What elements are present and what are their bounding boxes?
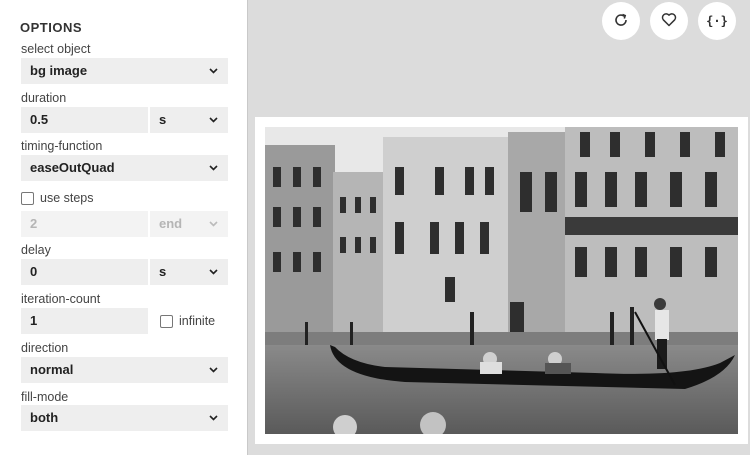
- fill-mode-label: fill-mode: [21, 390, 69, 404]
- preview-frame: [255, 117, 748, 444]
- timing-function-value: easeOutQuad: [30, 160, 115, 175]
- select-object-dropdown[interactable]: bg image: [21, 58, 228, 84]
- infinite-checkbox-row[interactable]: infinite: [160, 314, 215, 328]
- chevron-down-icon: [209, 117, 218, 123]
- favorite-button[interactable]: [650, 2, 688, 40]
- delay-input[interactable]: 0: [21, 259, 148, 285]
- delay-unit-value: s: [159, 264, 167, 279]
- chevron-down-icon: [209, 269, 218, 275]
- select-object-label: select object: [21, 42, 91, 56]
- chevron-down-icon: [209, 415, 218, 421]
- fill-mode-value: both: [30, 410, 59, 425]
- select-object-value: bg image: [30, 63, 88, 78]
- code-icon: {·}: [706, 14, 728, 28]
- iteration-count-label: iteration-count: [21, 292, 101, 306]
- delay-label: delay: [21, 243, 51, 257]
- options-panel: OPTIONS select object bg image duration …: [0, 0, 248, 455]
- timing-function-dropdown[interactable]: easeOutQuad: [21, 155, 228, 181]
- heart-icon: [661, 12, 677, 30]
- code-button[interactable]: {·}: [698, 2, 736, 40]
- fill-mode-dropdown[interactable]: both: [21, 405, 228, 431]
- preview-image: [265, 127, 738, 434]
- direction-dropdown[interactable]: normal: [21, 357, 228, 383]
- infinite-label: infinite: [179, 314, 216, 328]
- timing-function-label: timing-function: [21, 139, 103, 153]
- delay-value: 0: [30, 264, 38, 279]
- steps-position-dropdown[interactable]: end: [150, 211, 228, 237]
- chevron-down-icon: [209, 367, 218, 373]
- panel-title: OPTIONS: [20, 20, 83, 35]
- steps-count-value: 2: [30, 216, 38, 231]
- delay-unit-dropdown[interactable]: s: [150, 259, 228, 285]
- steps-position-value: end: [159, 216, 183, 231]
- duration-value: 0.5: [30, 112, 49, 127]
- duration-label: duration: [21, 91, 67, 105]
- use-steps-label: use steps: [40, 191, 94, 205]
- refresh-button[interactable]: [602, 2, 640, 40]
- iteration-count-input[interactable]: 1: [21, 308, 148, 334]
- chevron-down-icon: [209, 165, 218, 171]
- duration-unit-dropdown[interactable]: s: [150, 107, 228, 133]
- steps-count-input[interactable]: 2: [21, 211, 148, 237]
- duration-input[interactable]: 0.5: [21, 107, 148, 133]
- use-steps-checkbox[interactable]: [21, 191, 34, 205]
- infinite-checkbox[interactable]: [160, 314, 173, 328]
- direction-label: direction: [21, 341, 69, 355]
- duration-unit-value: s: [159, 112, 167, 127]
- chevron-down-icon: [209, 68, 218, 74]
- chevron-down-icon: [209, 221, 218, 227]
- refresh-icon: [613, 12, 629, 31]
- iteration-count-value: 1: [30, 313, 38, 328]
- direction-value: normal: [30, 362, 74, 377]
- use-steps-checkbox-row[interactable]: use steps: [21, 191, 94, 205]
